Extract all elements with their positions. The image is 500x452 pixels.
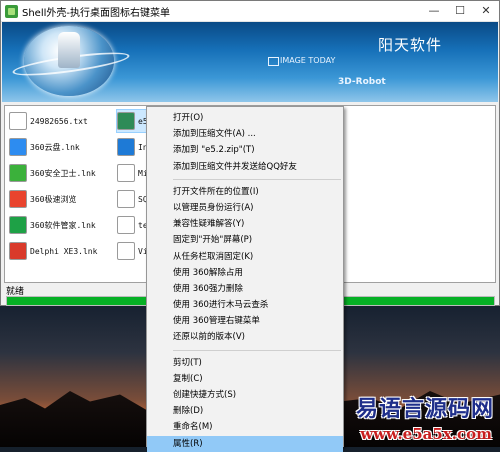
app-icon: [5, 4, 18, 18]
360-manager-icon: [9, 216, 27, 234]
menu-item[interactable]: 使用 360管理右键菜单: [147, 313, 343, 329]
menu-item[interactable]: 还原以前的版本(V): [147, 329, 343, 345]
image-today-label: IMAGE TODAY: [280, 56, 336, 65]
cloud-icon: [9, 138, 27, 156]
menu-item[interactable]: 添加到 "e5.2.zip"(T): [147, 142, 343, 158]
zip-archive-icon: [117, 112, 135, 130]
menu-item[interactable]: 以管理员身份运行(A): [147, 200, 343, 216]
file-name: 24982656.txt: [30, 116, 88, 126]
menu-item[interactable]: 使用 360强力删除: [147, 281, 343, 297]
ie-icon: [117, 138, 135, 156]
menu-item[interactable]: 兼容性疑难解答(Y): [147, 216, 343, 232]
window-title: Shell外壳-执行桌面图标右键菜单: [22, 7, 171, 19]
file-name: 360软件管家.lnk: [30, 220, 96, 230]
360-guard-icon: [9, 164, 27, 182]
file-item[interactable]: 24982656.txt: [9, 110, 125, 132]
robot-figure: [58, 32, 80, 68]
banner-image: 阳天软件 IMAGE TODAY 3D-Robot: [2, 22, 498, 102]
file-name: 360云盘.lnk: [30, 142, 80, 152]
visual-studio-icon: [117, 242, 135, 260]
file-item[interactable]: Delphi XE3.lnk: [9, 240, 125, 262]
maximize-button[interactable]: ☐: [447, 1, 473, 21]
minimize-button[interactable]: —: [421, 1, 447, 21]
watermark-site-name: 易语言源码网: [355, 396, 494, 422]
menu-separator: [173, 178, 341, 180]
360-browser-icon: [9, 190, 27, 208]
delphi-icon: [9, 242, 27, 260]
menu-item[interactable]: 打开(O): [147, 110, 343, 126]
menu-item[interactable]: 重命名(M): [147, 419, 343, 435]
menu-separator: [173, 349, 341, 351]
file-item[interactable]: 360软件管家.lnk: [9, 214, 125, 236]
menu-item[interactable]: 添加到压缩文件并发送给QQ好友: [147, 159, 343, 175]
close-button[interactable]: ✕: [473, 1, 499, 21]
menu-item[interactable]: 从任务栏取消固定(K): [147, 249, 343, 265]
menu-item[interactable]: 添加到压缩文件(A) ...: [147, 126, 343, 142]
file-item[interactable]: 360极速浏览: [9, 188, 125, 210]
menu-item[interactable]: 删除(D): [147, 403, 343, 419]
watermark-url: www.e5a5x.com: [360, 425, 492, 443]
menu-item[interactable]: 复制(C): [147, 371, 343, 387]
file-item[interactable]: 360安全卫士.lnk: [9, 162, 125, 184]
menu-item[interactable]: 属性(R): [147, 435, 343, 452]
file-name: Delphi XE3.lnk: [30, 246, 98, 256]
menu-item[interactable]: 打开文件所在的位置(I): [147, 184, 343, 200]
text-file-icon: [117, 216, 135, 234]
shortcut-icon: [117, 190, 135, 208]
text-file-icon: [9, 112, 27, 130]
context-menu: 打开(O) 添加到压缩文件(A) ... 添加到 "e5.2.zip"(T) 添加到压…: [146, 106, 344, 452]
menu-item[interactable]: 固定到"开始"屏幕(P): [147, 232, 343, 248]
file-name: 360极速浏览: [30, 194, 77, 204]
file-name: 360安全卫士.lnk: [30, 168, 96, 178]
robot-label: 3D-Robot: [338, 77, 386, 87]
menu-item[interactable]: 创建快捷方式(S): [147, 387, 343, 403]
title-bar[interactable]: Shell外壳-执行桌面图标右键菜单 — ☐ ✕: [1, 1, 499, 22]
menu-item[interactable]: 使用 360解除占用: [147, 265, 343, 281]
shortcut-icon: [117, 164, 135, 182]
image-today-icon: [268, 57, 279, 66]
file-item[interactable]: 360云盘.lnk: [9, 136, 125, 158]
menu-item[interactable]: 使用 360进行木马云查杀: [147, 297, 343, 313]
menu-item[interactable]: 剪切(T): [147, 355, 343, 371]
brand-title: 阳天软件: [377, 36, 442, 54]
